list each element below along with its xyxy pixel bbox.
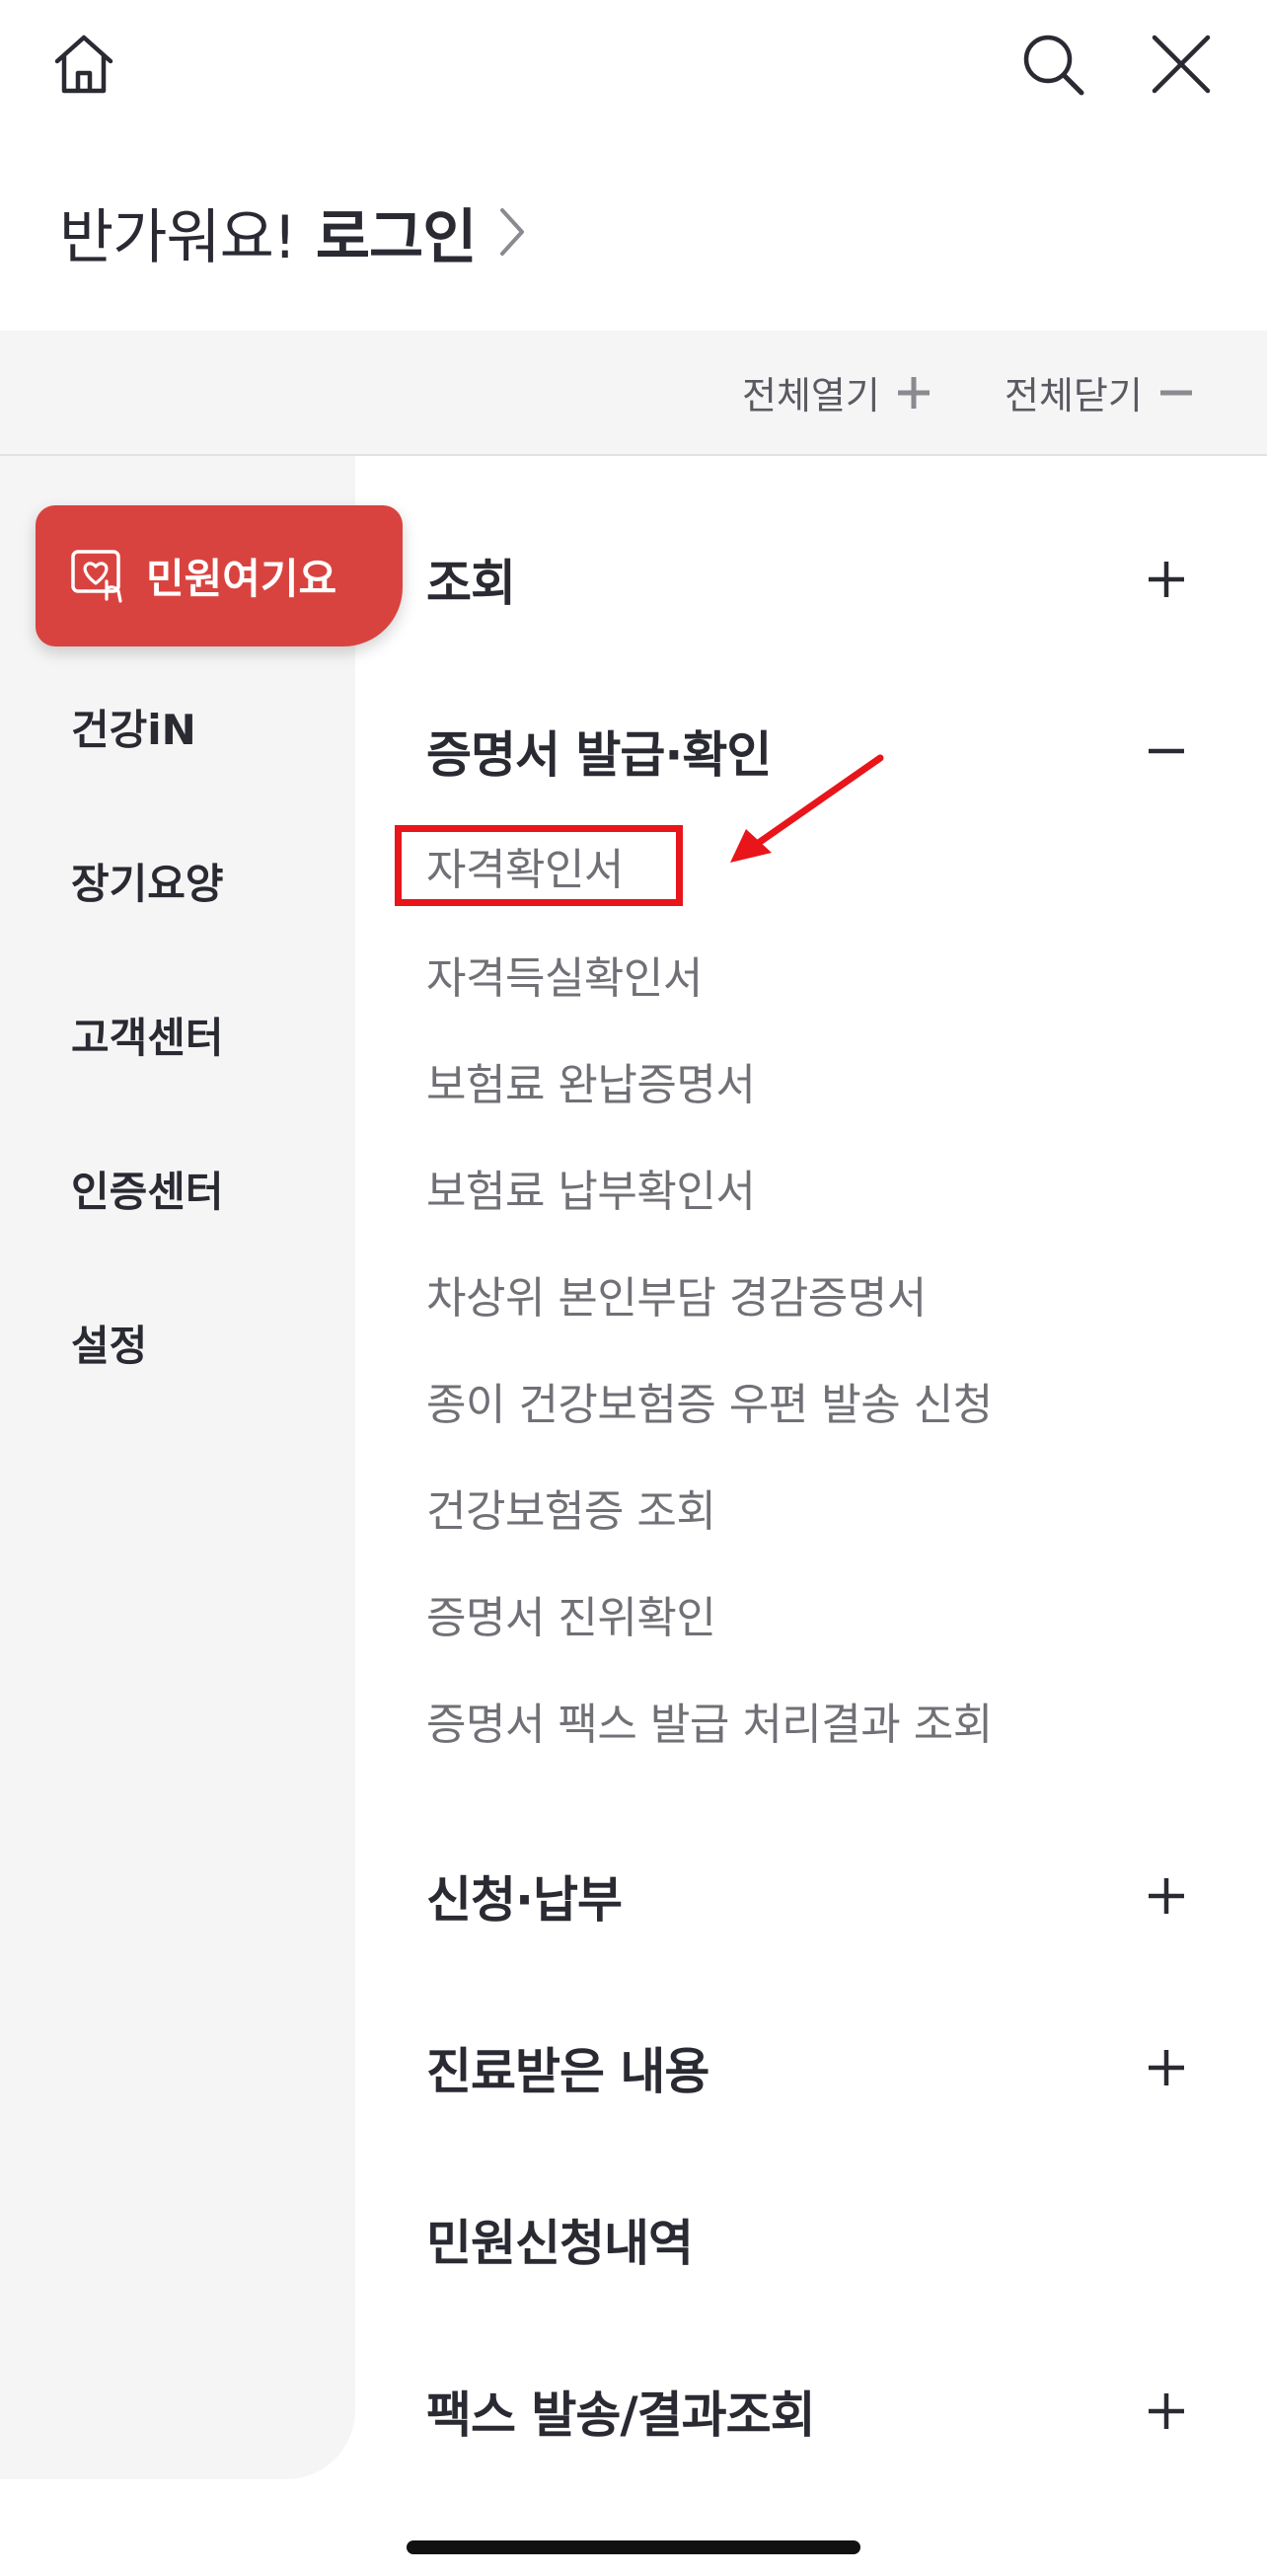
sidebar-item-active[interactable]: 민원여기요 [36, 505, 403, 646]
menu-item-fax-issue-result[interactable]: 증명서 팩스 발급 처리결과 조회 [426, 1694, 993, 1757]
menu-section-treatment-history[interactable]: 진료받은 내용 [426, 2023, 1196, 2112]
plus-icon[interactable] [1137, 1866, 1196, 1926]
menu-item-eligibility-history[interactable]: 자격득실확인서 [426, 947, 703, 1011]
collapse-all-label: 전체닫기 [1005, 374, 1143, 417]
menu-item-certificate-verification[interactable]: 증명서 진위확인 [426, 1587, 716, 1650]
login-greeting[interactable]: 반가워요! 로그인 [59, 188, 527, 276]
expand-all-label: 전체열기 [742, 374, 880, 417]
plus-icon[interactable] [1137, 2038, 1196, 2097]
close-icon [1152, 35, 1211, 94]
section-title: 증명서 발급·확인 [426, 726, 772, 784]
sidebar-item-auth-center[interactable]: 인증센터 [71, 1163, 224, 1222]
search-icon [1023, 35, 1084, 96]
heart-hand-icon [69, 546, 130, 607]
section-title: 조회 [426, 555, 516, 612]
menu-section-fax-send-result[interactable]: 팩스 발송/결과조회 [426, 2367, 1196, 2456]
plus-icon[interactable] [1137, 2382, 1196, 2441]
menu-item-health-card-inquiry[interactable]: 건강보험증 조회 [426, 1480, 716, 1544]
login-link[interactable]: 로그인 [316, 189, 478, 275]
section-title: 신청·납부 [426, 1871, 623, 1929]
section-title: 팩스 발송/결과조회 [426, 2387, 816, 2444]
home-indicator[interactable] [407, 2540, 860, 2554]
sidebar-item-long-term-care[interactable]: 장기요양 [71, 855, 224, 914]
close-button[interactable] [1137, 20, 1226, 109]
minus-icon [1159, 390, 1192, 395]
menu-section-request-history[interactable]: 민원신청내역 [426, 2195, 1196, 2284]
home-button[interactable] [39, 20, 128, 109]
search-button[interactable] [1008, 20, 1097, 109]
plus-icon[interactable] [1137, 550, 1196, 609]
sidebar-item-health-in[interactable]: 건강iN [71, 701, 196, 760]
section-title: 민원신청내역 [426, 2215, 694, 2272]
sidebar-item-label: 민원여기요 [146, 555, 337, 603]
menu-item-copay-reduction-certificate[interactable]: 차상위 본인부담 경감증명서 [426, 1267, 927, 1330]
menu-item-paper-card-mail-request[interactable]: 종이 건강보험증 우편 발송 신청 [426, 1374, 993, 1437]
sidebar-item-customer-center[interactable]: 고객센터 [71, 1009, 224, 1068]
annotation-arrow [730, 754, 884, 863]
plus-icon [897, 376, 930, 409]
highlight-box [395, 825, 683, 906]
section-title: 진료받은 내용 [426, 2043, 709, 2100]
menu-section-application-payment[interactable]: 신청·납부 [426, 1852, 1196, 1940]
minus-icon[interactable] [1137, 721, 1196, 781]
collapse-all-button[interactable]: 전체닫기 [1005, 331, 1196, 454]
expand-collapse-bar: 전체열기 전체닫기 [0, 331, 1267, 456]
menu-item-premium-paid-certificate[interactable]: 보험료 완납증명서 [426, 1054, 756, 1117]
chevron-right-icon [497, 205, 527, 259]
expand-all-button[interactable]: 전체열기 [742, 331, 933, 454]
menu-item-premium-payment-confirmation[interactable]: 보험료 납부확인서 [426, 1161, 756, 1224]
menu-section-inquiry[interactable]: 조회 [426, 535, 1196, 624]
greeting-text: 반가워요! [59, 202, 297, 272]
home-icon [54, 35, 113, 94]
sidebar-item-settings[interactable]: 설정 [71, 1317, 147, 1376]
